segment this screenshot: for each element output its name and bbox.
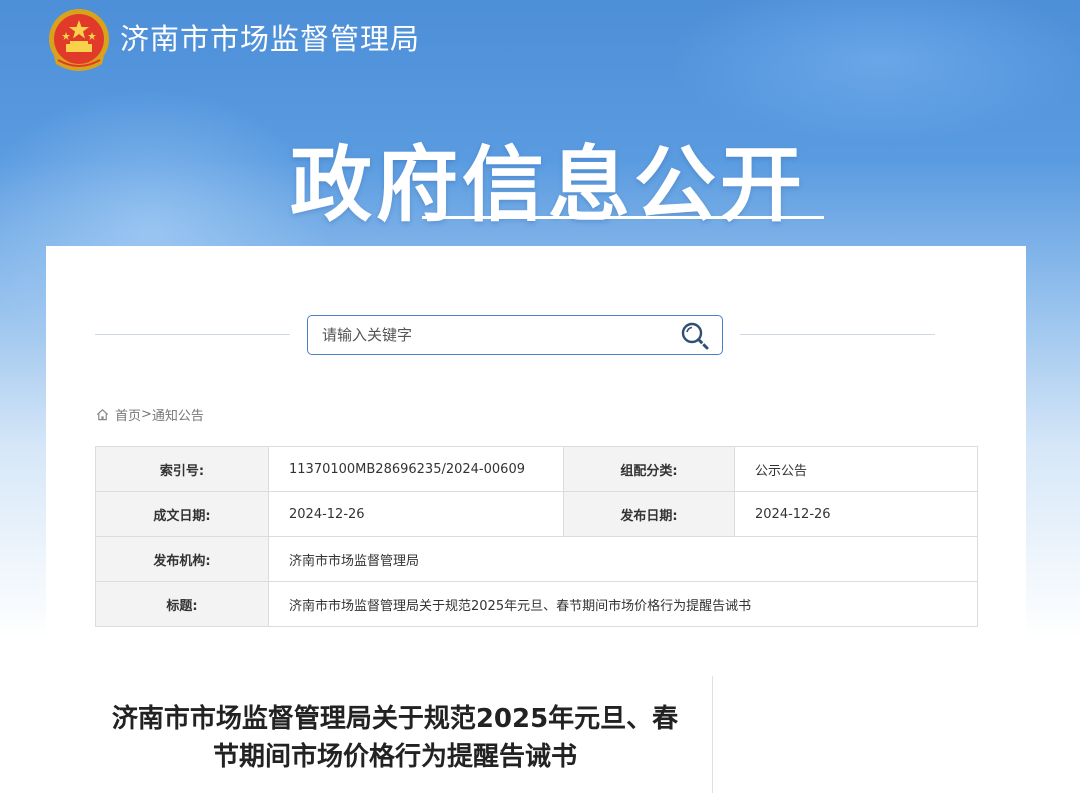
search-left-divider xyxy=(95,334,290,335)
table-row: 索引号: 11370100MB28696235/2024-00609 组配分类:… xyxy=(95,446,978,492)
publish-date-value: 2024-12-26 xyxy=(734,491,978,537)
search-icon[interactable] xyxy=(678,320,712,352)
document-meta-table: 索引号: 11370100MB28696235/2024-00609 组配分类:… xyxy=(95,446,978,627)
table-row: 发布机构: 济南市市场监督管理局 xyxy=(95,536,978,582)
national-emblem-icon xyxy=(49,9,109,71)
breadcrumb-home-link[interactable]: 首页 xyxy=(115,405,141,424)
hero-underline xyxy=(422,216,824,219)
breadcrumb: 首页 > 通知公告 xyxy=(96,405,204,424)
publish-date-label: 发布日期: xyxy=(563,491,735,537)
article-title: 济南市市场监督管理局关于规范2025年元旦、春 节期间市场价格行为提醒告诫书 xyxy=(96,700,694,776)
title-label: 标题: xyxy=(95,581,269,627)
table-row: 成文日期: 2024-12-26 发布日期: 2024-12-26 xyxy=(95,491,978,537)
breadcrumb-separator: > xyxy=(141,407,152,422)
article-title-line-1: 济南市市场监督管理局关于规范2025年元旦、春 xyxy=(111,704,679,734)
index-label: 索引号: xyxy=(95,446,269,492)
search-right-divider xyxy=(740,334,935,335)
written-date-value: 2024-12-26 xyxy=(268,491,564,537)
search-box xyxy=(307,315,723,355)
publisher-label: 发布机构: xyxy=(95,536,269,582)
search-input[interactable] xyxy=(322,324,662,346)
hero-title: 政府信息公开 xyxy=(290,138,807,233)
category-value: 公示公告 xyxy=(734,446,978,492)
publisher-value: 济南市市场监督管理局 xyxy=(268,536,978,582)
article-title-line-2: 节期间市场价格行为提醒告诫书 xyxy=(212,742,577,772)
home-icon xyxy=(96,409,109,421)
title-value: 济南市市场监督管理局关于规范2025年元旦、春节期间市场价格行为提醒告诫书 xyxy=(268,581,978,627)
written-date-label: 成文日期: xyxy=(95,491,269,537)
site-title[interactable]: 济南市市场监督管理局 xyxy=(120,16,420,58)
table-row: 标题: 济南市市场监督管理局关于规范2025年元旦、春节期间市场价格行为提醒告诫… xyxy=(95,581,978,627)
vertical-divider xyxy=(712,676,713,793)
breadcrumb-current-link[interactable]: 通知公告 xyxy=(152,405,204,424)
category-label: 组配分类: xyxy=(563,446,735,492)
index-value: 11370100MB28696235/2024-00609 xyxy=(268,446,564,492)
